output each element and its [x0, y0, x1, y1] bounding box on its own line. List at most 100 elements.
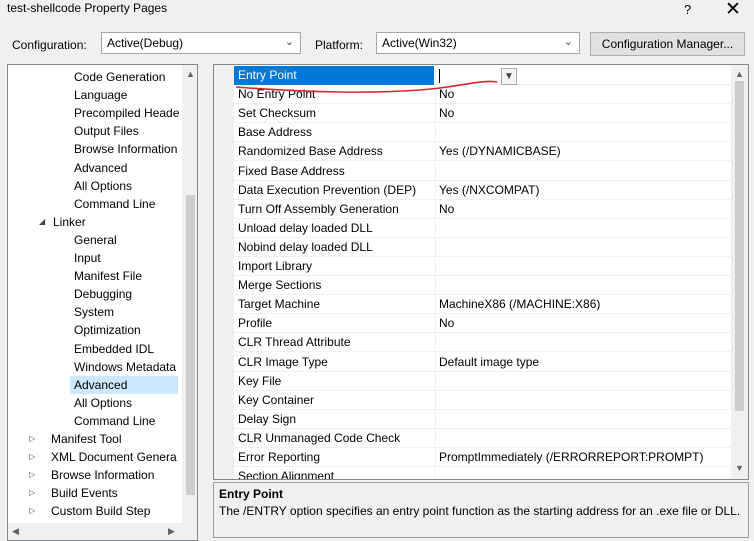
property-name: Target Machine [238, 297, 321, 312]
scroll-up-icon[interactable]: ▲ [735, 69, 744, 79]
tree-item[interactable]: ◢ Linker [8, 213, 182, 231]
tree-item[interactable]: Command Line [70, 195, 178, 213]
property-value[interactable]: No [439, 316, 454, 330]
scroll-down-icon[interactable]: ▼ [735, 463, 744, 473]
tree-item[interactable]: ▷ Custom Build Step [8, 502, 182, 520]
help-button[interactable]: ? [684, 2, 691, 17]
description-text: The /ENTRY option specifies an entry poi… [219, 504, 741, 518]
property-value[interactable]: No [439, 202, 454, 216]
tree-item-label: Language [74, 88, 128, 103]
platform-value: Active(Win32) [382, 36, 457, 50]
tree-item[interactable]: ▷ Build Events [8, 484, 182, 502]
property-row[interactable]: Profile No [234, 314, 731, 334]
tree-item[interactable]: Manifest File [70, 267, 178, 285]
tree-item[interactable]: General [70, 231, 178, 249]
chevron-down-icon: ⌄ [563, 36, 573, 48]
tree-item[interactable]: Optimization [70, 321, 178, 339]
tree-item-label: All Options [74, 178, 133, 193]
entry-point-dropdown-button[interactable]: ▼ [501, 68, 517, 85]
property-row[interactable]: Merge Sections [234, 276, 731, 296]
property-row[interactable]: Set Checksum No [234, 104, 731, 124]
property-grid[interactable]: Entry Point No Entry Point No Set Checksum N… [213, 64, 749, 480]
tree-item-label: Command Line [74, 413, 156, 428]
tree-item[interactable]: Embedded IDL [70, 340, 178, 358]
close-button[interactable]: ✕ [725, 0, 741, 21]
tree-item[interactable]: Input [70, 249, 178, 267]
entry-point-input[interactable] [435, 67, 729, 84]
tree-item[interactable]: Code Generation [70, 68, 178, 86]
configuration-manager-button[interactable]: Configuration Manager... [590, 32, 745, 56]
property-row[interactable]: Target Machine MachineX86 (/MACHINE:X86) [234, 295, 731, 315]
tree-vertical-scrollbar[interactable]: ▲ [182, 65, 197, 523]
property-row[interactable]: Data Execution Prevention (DEP) Yes (/NXC… [234, 181, 731, 200]
tree-item[interactable]: Precompiled Heade [70, 104, 180, 122]
property-row[interactable]: Import Library [234, 257, 731, 276]
tree-horizontal-scrollbar[interactable]: ◀ ▶ [8, 523, 197, 540]
tree-item[interactable]: Command Line [70, 412, 178, 430]
expand-icon[interactable]: ▷ [29, 430, 35, 448]
tree-item-label: Advanced [74, 160, 128, 175]
property-row[interactable]: Delay Sign [234, 410, 731, 429]
grid-vertical-scrollbar[interactable]: ▲ ▼ [731, 65, 748, 479]
property-row[interactable]: Turn Off Assembly Generation No [234, 200, 731, 219]
property-name: Data Execution Prevention (DEP) [238, 182, 417, 197]
tree-item[interactable]: Advanced [70, 375, 178, 394]
tree-item-label: General [74, 232, 117, 247]
scroll-right-icon[interactable]: ▶ [168, 526, 175, 537]
tree-item[interactable]: Browse Information [70, 140, 178, 158]
expand-icon[interactable]: ▷ [29, 502, 35, 520]
tree-item[interactable]: Debugging [70, 285, 178, 303]
property-row[interactable]: CLR Thread Attribute [234, 333, 731, 353]
property-name: CLR Unmanaged Code Check [238, 430, 401, 445]
tree-item[interactable]: ▷ Manifest Tool [8, 430, 182, 448]
property-value[interactable]: Default image type [439, 355, 539, 369]
property-name: Key File [238, 373, 282, 388]
tree-item[interactable]: Language [70, 86, 178, 104]
description-title: Entry Point [219, 487, 284, 501]
tree-item[interactable]: System [70, 303, 178, 321]
property-row[interactable]: Randomized Base Address Yes (/DYNAMICBASE… [234, 142, 731, 162]
grid-scroll-thumb[interactable] [735, 81, 744, 411]
property-name: Fixed Base Address [238, 163, 345, 178]
property-value[interactable]: MachineX86 (/MACHINE:X86) [439, 297, 600, 311]
property-row[interactable]: CLR Image Type Default image type [234, 353, 731, 372]
property-value[interactable]: PromptImmediately (/ERRORREPORT:PROMPT) [439, 450, 704, 464]
tree-scroll-thumb[interactable] [186, 195, 195, 495]
tree-item[interactable]: All Options [70, 177, 178, 195]
tree-item[interactable]: ▷ Browse Information [8, 466, 182, 484]
scroll-up-icon[interactable]: ▲ [186, 69, 195, 79]
tree-item[interactable]: All Options [70, 394, 178, 412]
property-row[interactable]: Fixed Base Address [234, 162, 731, 181]
tree-item[interactable]: ▷ XML Document Genera [8, 448, 182, 466]
property-row[interactable]: No Entry Point No [234, 85, 731, 105]
property-value[interactable]: Yes (/NXCOMPAT) [439, 183, 539, 197]
tree-item-label: Precompiled Heade [74, 106, 180, 121]
property-row[interactable]: Key Container [234, 391, 731, 410]
expand-icon[interactable]: ▷ [29, 466, 35, 484]
tree-item[interactable]: Windows Metadata [70, 358, 178, 376]
tree-item[interactable]: Output Files [70, 122, 178, 140]
property-name: Error Reporting [238, 450, 321, 464]
property-value[interactable]: No [439, 87, 454, 101]
property-row[interactable]: Base Address [234, 123, 731, 143]
platform-select[interactable]: Active(Win32) ⌄ [376, 32, 580, 54]
tree-item[interactable]: Advanced [70, 159, 178, 177]
property-tree[interactable]: Code Generation Language Precompiled Heade… [7, 64, 198, 541]
property-row[interactable]: Unload delay loaded DLL [234, 219, 731, 238]
property-row[interactable]: Nobind delay loaded DLL [234, 238, 731, 257]
chevron-down-icon: ⌄ [284, 36, 294, 48]
configuration-select[interactable]: Active(Debug) ⌄ [101, 32, 301, 54]
property-value[interactable]: No [439, 106, 454, 120]
property-row[interactable]: CLR Unmanaged Code Check [234, 429, 731, 448]
tree-item-label: Debugging [74, 287, 133, 302]
expand-icon[interactable]: ▷ [29, 448, 35, 466]
property-value[interactable]: Yes (/DYNAMICBASE) [439, 144, 561, 158]
expand-icon[interactable]: ▷ [29, 484, 35, 502]
collapse-icon[interactable]: ◢ [39, 213, 45, 231]
property-row[interactable]: Entry Point [234, 66, 731, 85]
scroll-left-icon[interactable]: ◀ [12, 526, 19, 537]
property-row[interactable]: Section Alignment [234, 467, 731, 479]
column-separator[interactable] [435, 65, 436, 479]
property-row[interactable]: Error Reporting PromptImmediately (/ERROR… [234, 448, 731, 467]
property-row[interactable]: Key File [234, 372, 731, 391]
